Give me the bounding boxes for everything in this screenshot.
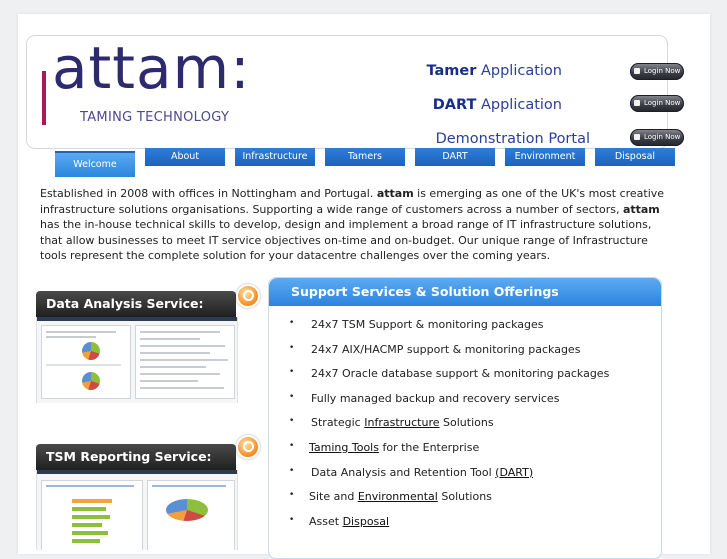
tab-about[interactable]: About: [145, 148, 225, 166]
logo-tagline: TAMING TECHNOLOGY: [80, 110, 230, 125]
tab-welcome[interactable]: Welcome: [55, 151, 135, 177]
tab-environment[interactable]: Environment: [505, 148, 585, 166]
tamer-application-link[interactable]: Tamer Application: [426, 63, 562, 79]
logo[interactable]: attam:: [52, 32, 251, 104]
dart-login-button[interactable]: Login Now: [630, 95, 684, 112]
magnify-icon[interactable]: [236, 435, 260, 459]
magnify-icon[interactable]: [236, 284, 260, 308]
infrastructure-link[interactable]: Infrastructure: [364, 416, 439, 429]
data-analysis-screenshot[interactable]: [36, 317, 238, 403]
dart-link[interactable]: (DART): [495, 466, 533, 479]
tab-infrastructure[interactable]: Infrastructure: [235, 148, 315, 166]
environmental-link[interactable]: Environmental: [358, 490, 438, 503]
tsm-reporting-screenshot[interactable]: [36, 470, 238, 550]
tamer-login-button[interactable]: Login Now: [630, 63, 684, 80]
lock-icon: [634, 68, 640, 74]
lock-icon: [634, 134, 640, 140]
taming-tools-link[interactable]: Taming Tools: [309, 441, 379, 454]
tab-dart[interactable]: DART: [415, 148, 495, 166]
header: attam: TAMING TECHNOLOGY Tamer Applicati…: [26, 32, 684, 149]
demonstration-login-button[interactable]: Login Now: [630, 129, 684, 146]
intro-paragraph: Established in 2008 with offices in Nott…: [40, 187, 665, 263]
disposal-link[interactable]: Disposal: [343, 515, 390, 528]
demonstration-portal-link[interactable]: Demonstration Portal: [436, 131, 590, 147]
logo-accent-bar: [42, 71, 46, 125]
data-analysis-panel-title[interactable]: Data Analysis Service:: [36, 291, 236, 317]
tab-disposal[interactable]: Disposal: [595, 148, 675, 166]
support-services-title: Support Services & Solution Offerings: [269, 278, 661, 306]
support-services-box: Support Services & Solution Offerings • 2…: [268, 277, 662, 559]
tsm-reporting-panel-title[interactable]: TSM Reporting Service:: [36, 444, 236, 470]
dart-application-link[interactable]: DART Application: [433, 97, 562, 113]
lock-icon: [634, 100, 640, 106]
tab-tamers[interactable]: Tamers: [325, 148, 405, 166]
